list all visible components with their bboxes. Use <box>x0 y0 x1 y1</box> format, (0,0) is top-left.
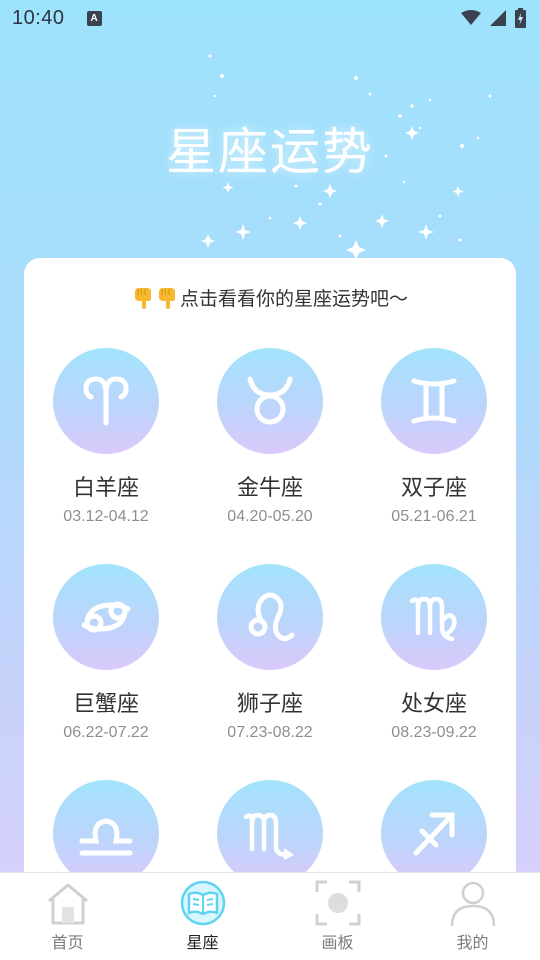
zodiac-date: 04.20-05.20 <box>227 508 313 525</box>
gemini-icon <box>411 378 457 424</box>
aries-icon <box>83 376 129 426</box>
nav-label: 画板 <box>321 933 354 952</box>
taurus-icon <box>247 376 293 425</box>
camera-frame-icon <box>314 879 362 927</box>
zodiac-card: 点击看看你的星座运势吧～ 白羊座 03.12-04.12 金牛座 04.20-0… <box>24 258 516 898</box>
zodiac-date: 05.21-06.21 <box>391 508 477 525</box>
zodiac-circle <box>53 564 159 670</box>
status-bar: 10:40 A <box>0 0 540 36</box>
zodiac-item-cancer[interactable]: 巨蟹座 06.22-07.22 <box>24 564 188 742</box>
zodiac-circle <box>217 348 323 454</box>
zodiac-name: 巨蟹座 <box>72 692 139 717</box>
zodiac-circle <box>381 348 487 454</box>
zodiac-date: 07.23-08.22 <box>227 724 313 741</box>
leo-icon <box>248 592 295 642</box>
zodiac-date: 03.12-04.12 <box>63 508 149 525</box>
zodiac-item-aries[interactable]: 白羊座 03.12-04.12 <box>24 348 188 526</box>
zodiac-name: 狮子座 <box>236 692 303 717</box>
zodiac-circle <box>381 780 487 886</box>
hand-pointing-down-icon <box>134 287 151 309</box>
app-notification-icon: A <box>86 10 102 26</box>
zodiac-name: 白羊座 <box>72 476 139 501</box>
zodiac-circle <box>381 564 487 670</box>
zodiac-circle <box>53 348 159 454</box>
zodiac-item-taurus[interactable]: 金牛座 04.20-05.20 <box>188 348 352 526</box>
hand-pointing-down-icon <box>158 287 175 309</box>
bottom-nav: 首页 星座 画板 我的 <box>0 872 540 960</box>
zodiac-date: 06.22-07.22 <box>63 724 149 741</box>
sagittarius-icon <box>413 812 455 856</box>
virgo-icon <box>409 596 457 642</box>
signal-icon <box>490 10 506 26</box>
zodiac-name: 金牛座 <box>236 476 303 501</box>
nav-item-zodiac[interactable]: 星座 <box>135 873 270 960</box>
zodiac-item-virgo[interactable]: 处女座 08.23-09.22 <box>352 564 516 742</box>
zodiac-name: 处女座 <box>400 692 467 717</box>
battery-icon <box>515 8 526 28</box>
wifi-icon <box>461 10 481 25</box>
nav-label: 首页 <box>51 933 84 952</box>
nav-item-mine[interactable]: 我的 <box>405 873 540 960</box>
zodiac-date: 08.23-09.22 <box>391 724 477 741</box>
nav-label: 星座 <box>186 933 219 952</box>
zodiac-item-leo[interactable]: 狮子座 07.23-08.22 <box>188 564 352 742</box>
book-icon <box>179 879 227 927</box>
zodiac-circle <box>53 780 159 886</box>
zodiac-name: 双子座 <box>400 476 467 501</box>
nav-label: 我的 <box>456 933 489 952</box>
cancer-icon <box>81 601 131 633</box>
home-icon <box>44 879 92 927</box>
zodiac-item-gemini[interactable]: 双子座 05.21-06.21 <box>352 348 516 526</box>
zodiac-grid: 白羊座 03.12-04.12 金牛座 04.20-05.20 双子座 05.2… <box>24 348 516 898</box>
status-time: 10:40 <box>12 6 65 29</box>
scorpio-icon <box>243 812 294 860</box>
libra-icon <box>79 818 133 856</box>
card-prompt: 点击看看你的星座运势吧～ <box>24 284 516 311</box>
zodiac-circle <box>217 780 323 886</box>
page-title: 星座运势 <box>166 123 374 181</box>
prompt-text: 点击看看你的星座运势吧～ <box>179 288 408 310</box>
person-icon <box>449 879 497 927</box>
nav-item-canvas[interactable]: 画板 <box>270 873 405 960</box>
nav-item-home[interactable]: 首页 <box>0 873 135 960</box>
status-icons <box>461 8 526 28</box>
zodiac-circle <box>217 564 323 670</box>
